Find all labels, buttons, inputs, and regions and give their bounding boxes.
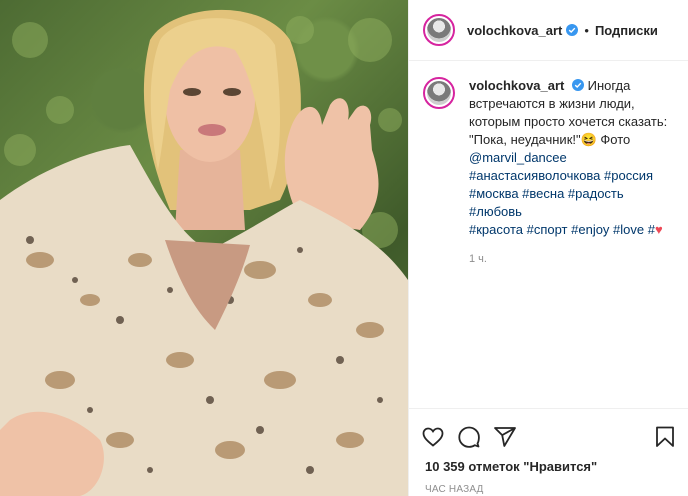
- hashtags-line-3[interactable]: #красота #спорт #enjoy #love #: [469, 222, 655, 237]
- action-icons: [421, 417, 677, 457]
- author-username[interactable]: volochkova_art: [467, 23, 562, 38]
- post-time-ago: ЧАС НАЗАД: [425, 484, 484, 495]
- caption-line-4-after: Фото: [596, 132, 631, 147]
- action-bar: 10 359 отметок "Нравится" ЧАС НАЗАД: [409, 408, 688, 496]
- laughing-emoji-icon: 😆: [580, 132, 597, 147]
- verified-badge-icon: [566, 24, 579, 36]
- separator-dot: •: [584, 22, 589, 38]
- likes-count[interactable]: 10 359 отметок "Нравится": [421, 459, 677, 474]
- hashtags-line-1[interactable]: #анастасияволочкова #россия: [469, 168, 653, 183]
- photo-illustration: [0, 9, 408, 496]
- caption-author-avatar[interactable]: [423, 77, 455, 109]
- red-heart-emoji-icon: ♥: [654, 222, 663, 237]
- mention-link[interactable]: @marvil_dancee: [469, 150, 567, 165]
- caption-line-1: Иногда: [587, 78, 631, 93]
- caption-line-2: встречаются в жизни люди,: [469, 96, 635, 111]
- caption-text: volochkova_art Иногда встречаются в жизн…: [469, 77, 674, 239]
- comments-area: volochkova_art Иногда встречаются в жизн…: [409, 61, 688, 265]
- following-button[interactable]: Подписки: [595, 23, 658, 38]
- hashtags-line-2[interactable]: #москва #весна #радость #любовь: [469, 186, 624, 219]
- caption-row: volochkova_art Иногда встречаются в жизн…: [423, 77, 674, 239]
- caption-line-4: "Пока, неудачник!": [469, 132, 581, 147]
- share-icon[interactable]: [493, 425, 517, 449]
- caption-line-3: которым просто хочется сказать:: [469, 114, 668, 129]
- heart-icon[interactable]: [421, 425, 445, 449]
- post-photo[interactable]: [0, 0, 408, 496]
- comment-icon[interactable]: [457, 425, 481, 449]
- author-avatar[interactable]: [423, 14, 455, 46]
- bookmark-icon[interactable]: [653, 425, 677, 449]
- post-header: volochkova_art • Подписки: [409, 0, 688, 61]
- caption-username[interactable]: volochkova_art: [469, 78, 564, 93]
- verified-badge-icon: [572, 79, 584, 91]
- caption-timestamp: 1 ч.: [469, 253, 487, 265]
- post-sidebar: volochkova_art • Подписки volochkova_art…: [408, 0, 688, 496]
